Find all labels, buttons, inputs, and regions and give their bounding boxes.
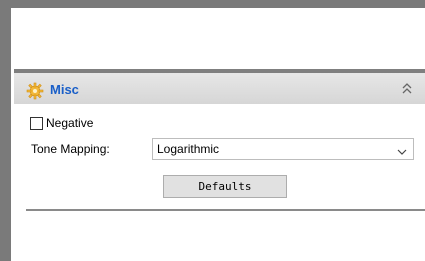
- gear-icon: [26, 82, 44, 100]
- window-frame-left: [0, 0, 11, 261]
- misc-section-header[interactable]: Misc: [14, 69, 425, 104]
- section-divider: [26, 209, 425, 211]
- window-frame-top: [0, 0, 425, 8]
- negative-label: Negative: [46, 116, 94, 130]
- tone-mapping-value: Logarithmic: [157, 142, 220, 156]
- negative-checkbox[interactable]: [30, 117, 43, 130]
- misc-section-title: Misc: [50, 82, 79, 97]
- chevron-down-icon: [397, 145, 407, 155]
- tone-mapping-select[interactable]: Logarithmic: [152, 138, 414, 160]
- tone-mapping-label: Tone Mapping:: [31, 142, 110, 156]
- double-chevron-up-icon[interactable]: [401, 82, 413, 96]
- properties-panel: [11, 8, 425, 261]
- defaults-button[interactable]: Defaults: [163, 175, 287, 198]
